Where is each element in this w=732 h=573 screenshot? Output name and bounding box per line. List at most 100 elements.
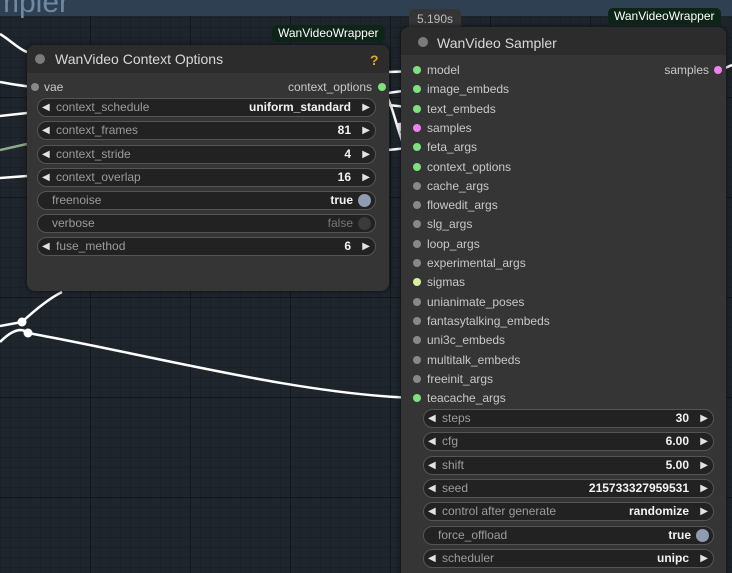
node-title: WanVideo Sampler bbox=[437, 35, 557, 51]
slot-dot-icon[interactable] bbox=[413, 220, 421, 229]
slot-dot-icon[interactable] bbox=[378, 83, 386, 91]
decrement-arrow-icon[interactable]: ◀ bbox=[428, 433, 436, 450]
increment-arrow-icon[interactable]: ▶ bbox=[700, 480, 708, 497]
decrement-arrow-icon[interactable]: ◀ bbox=[428, 457, 436, 474]
input-slot-slg-args[interactable]: slg_args bbox=[401, 215, 601, 234]
input-slot-samples[interactable]: samples bbox=[401, 119, 601, 138]
slot-dot-icon[interactable] bbox=[413, 181, 421, 190]
slot-dot-icon[interactable] bbox=[413, 374, 421, 383]
decrement-arrow-icon[interactable]: ◀ bbox=[428, 503, 436, 520]
decrement-arrow-icon[interactable]: ◀ bbox=[42, 146, 50, 163]
input-slot-experimental-args[interactable]: experimental_args bbox=[401, 254, 601, 273]
input-slot-text-embeds[interactable]: text_embeds bbox=[401, 100, 601, 119]
slot-dot-icon[interactable] bbox=[714, 66, 722, 74]
widget-context-schedule[interactable]: ◀ context_schedule uniform_standard ▶ bbox=[37, 98, 376, 117]
slot-dot-icon[interactable] bbox=[413, 123, 421, 132]
widget-fuse-method[interactable]: ◀ fuse_method 6 ▶ bbox=[37, 237, 376, 256]
increment-arrow-icon[interactable]: ▶ bbox=[362, 146, 370, 163]
decrement-arrow-icon[interactable]: ◀ bbox=[428, 410, 436, 427]
collapse-dot-icon[interactable] bbox=[418, 37, 428, 47]
widget-context-overlap[interactable]: ◀ context_overlap 16 ▶ bbox=[37, 168, 376, 187]
widget-seed[interactable]: ◀ seed 215733327959531 ▶ bbox=[423, 478, 714, 498]
slot-dot-icon[interactable] bbox=[413, 143, 421, 152]
slot-dot-icon[interactable] bbox=[413, 278, 421, 287]
wire-left-mid bbox=[0, 111, 28, 118]
toggle-knob-icon[interactable] bbox=[696, 528, 709, 542]
input-slot-model[interactable]: model bbox=[401, 61, 601, 80]
context-options-node[interactable]: WanVideo Context Options ? vae context_o… bbox=[27, 45, 389, 291]
widget-steps[interactable]: ◀ steps 30 ▶ bbox=[423, 409, 714, 428]
decrement-arrow-icon[interactable]: ◀ bbox=[42, 122, 50, 139]
input-slot-flowedit-args[interactable]: flowedit_args bbox=[401, 196, 601, 215]
increment-arrow-icon[interactable]: ▶ bbox=[362, 99, 370, 116]
slot-dot-icon[interactable] bbox=[413, 85, 421, 94]
wire-lower-up bbox=[21, 290, 63, 323]
increment-arrow-icon[interactable]: ▶ bbox=[362, 238, 370, 255]
node-title: WanVideo Context Options bbox=[55, 51, 224, 67]
slot-dot-icon[interactable] bbox=[413, 239, 421, 248]
widget-control-after-generate[interactable]: ◀ control after generate randomize ▶ bbox=[423, 502, 714, 522]
widget-cfg[interactable]: ◀ cfg 6.00 ▶ bbox=[423, 432, 714, 452]
widget-shift[interactable]: ◀ shift 5.00 ▶ bbox=[423, 455, 714, 475]
widget-freenoise[interactable]: freenoise true bbox=[37, 191, 376, 210]
output-slot-samples[interactable]: samples bbox=[606, 61, 726, 80]
context-node-badge: WanVideoWrapper bbox=[272, 25, 385, 42]
decrement-arrow-icon[interactable]: ◀ bbox=[42, 238, 50, 255]
input-slot-multitalk-embeds[interactable]: multitalk_embeds bbox=[401, 351, 601, 370]
input-slot-vae[interactable]: vae bbox=[27, 78, 207, 97]
slot-dot-icon[interactable] bbox=[413, 394, 421, 403]
toggle-knob-icon[interactable] bbox=[358, 194, 371, 207]
slot-dot-icon[interactable] bbox=[413, 66, 421, 74]
slot-dot-icon[interactable] bbox=[413, 336, 421, 345]
collapse-dot-icon[interactable] bbox=[35, 54, 45, 64]
input-slot-feta-args[interactable]: feta_args bbox=[401, 138, 601, 157]
input-slot-sigmas[interactable]: sigmas bbox=[401, 273, 601, 292]
wire-left-low bbox=[0, 174, 28, 180]
wire-upper-left bbox=[0, 32, 28, 54]
input-slot-teacache-args[interactable]: teacache_args bbox=[401, 389, 601, 408]
decrement-arrow-icon[interactable]: ◀ bbox=[42, 99, 50, 116]
input-slot-freeinit-args[interactable]: freeinit_args bbox=[401, 370, 601, 389]
increment-arrow-icon[interactable]: ▶ bbox=[700, 457, 708, 474]
input-slot-context-options[interactable]: context_options bbox=[401, 158, 601, 177]
input-slot-fantasytalking-embeds[interactable]: fantasytalking_embeds bbox=[401, 312, 601, 331]
increment-arrow-icon[interactable]: ▶ bbox=[362, 122, 370, 139]
widget-verbose[interactable]: verbose false bbox=[37, 214, 376, 233]
context-options-node-header[interactable]: WanVideo Context Options ? bbox=[27, 45, 389, 73]
decrement-arrow-icon[interactable]: ◀ bbox=[428, 550, 436, 567]
wire-left-green bbox=[0, 142, 28, 152]
slot-dot-icon[interactable] bbox=[413, 162, 421, 171]
input-slot-image-embeds[interactable]: image_embeds bbox=[401, 80, 601, 99]
increment-arrow-icon[interactable]: ▶ bbox=[700, 433, 708, 450]
toggle-knob-icon[interactable] bbox=[358, 217, 371, 230]
sampler-node[interactable]: WanVideo Sampler model image_embeds text_e… bbox=[401, 27, 726, 573]
output-slot-context-options[interactable]: context_options bbox=[209, 78, 389, 97]
slot-dot-icon[interactable] bbox=[413, 316, 421, 325]
increment-arrow-icon[interactable]: ▶ bbox=[362, 169, 370, 186]
graph-canvas[interactable]: mpler WanVideo Context Options ? vae con… bbox=[0, 0, 732, 573]
decrement-arrow-icon[interactable]: ◀ bbox=[428, 480, 436, 497]
help-icon[interactable]: ? bbox=[370, 52, 379, 68]
reroute-dot bbox=[17, 317, 27, 327]
increment-arrow-icon[interactable]: ▶ bbox=[700, 410, 708, 427]
slot-dot-icon[interactable] bbox=[31, 83, 39, 91]
slot-dot-icon[interactable] bbox=[413, 104, 421, 113]
sampler-node-header[interactable]: WanVideo Sampler bbox=[401, 27, 726, 55]
widget-context-stride[interactable]: ◀ context_stride 4 ▶ bbox=[37, 145, 376, 164]
slot-dot-icon[interactable] bbox=[413, 297, 421, 306]
widget-scheduler[interactable]: ◀ scheduler unipc ▶ bbox=[423, 548, 714, 568]
slot-dot-icon[interactable] bbox=[413, 355, 421, 364]
widget-force-offload[interactable]: force_offload true bbox=[423, 525, 714, 545]
input-slot-unianimate-poses[interactable]: unianimate_poses bbox=[401, 293, 601, 312]
input-slot-loop-args[interactable]: loop_args bbox=[401, 235, 601, 254]
input-slot-uni3c-embeds[interactable]: uni3c_embeds bbox=[401, 331, 601, 350]
increment-arrow-icon[interactable]: ▶ bbox=[700, 550, 708, 567]
sampler-node-badge: WanVideoWrapper bbox=[608, 8, 721, 25]
widget-context-frames[interactable]: ◀ context_frames 81 ▶ bbox=[37, 121, 376, 140]
decrement-arrow-icon[interactable]: ◀ bbox=[42, 169, 50, 186]
input-slot-cache-args[interactable]: cache_args bbox=[401, 177, 601, 196]
execution-time: 5.190s bbox=[409, 9, 462, 28]
slot-dot-icon[interactable] bbox=[413, 259, 421, 267]
slot-dot-icon[interactable] bbox=[413, 201, 421, 210]
increment-arrow-icon[interactable]: ▶ bbox=[700, 503, 708, 520]
